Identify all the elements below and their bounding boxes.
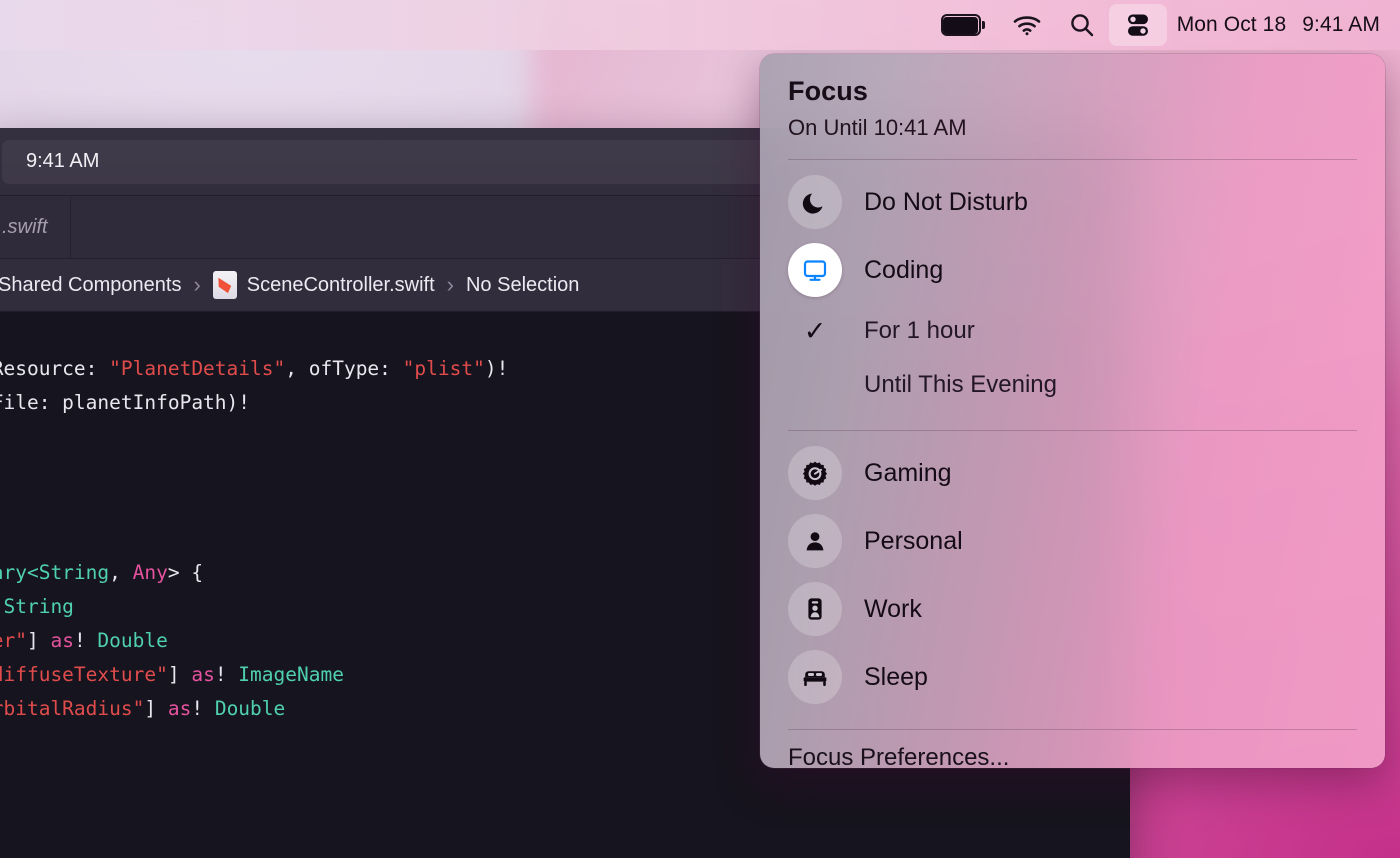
xcode-tab-swift-file[interactable]: .swift	[0, 196, 71, 258]
focus-mode-work[interactable]: Work	[788, 575, 1357, 643]
code-token: as	[50, 629, 74, 652]
focus-mode-personal[interactable]: Personal	[788, 507, 1357, 575]
focus-divider-middle	[788, 430, 1357, 431]
wifi-icon[interactable]	[999, 4, 1055, 46]
code-token: String	[3, 595, 74, 618]
breadcrumb-selection[interactable]: No Selection	[466, 274, 579, 297]
focus-mode-gaming[interactable]: Gaming	[788, 439, 1357, 507]
control-center-icon[interactable]	[1108, 4, 1167, 46]
battery-icon[interactable]	[927, 4, 999, 46]
code-token: ]	[167, 663, 192, 686]
menu-bar-date: Mon Oct 18	[1176, 13, 1287, 36]
code-token: "PlanetDetails"	[109, 357, 286, 380]
code-token: , ofType:	[285, 357, 403, 380]
code-token: rResource:	[0, 357, 98, 380]
code-token: !	[73, 629, 98, 652]
chevron-right-icon: ›	[193, 272, 201, 297]
focus-duration-label-0: For 1 hour	[864, 317, 975, 344]
code-token: Double	[97, 629, 168, 652]
code-token: as	[191, 663, 215, 686]
badge-icon	[788, 582, 842, 636]
code-token: !	[214, 663, 239, 686]
focus-other-label-0: Gaming	[864, 458, 952, 487]
code-token: ]	[144, 697, 168, 720]
menu-bar-time: 9:41 AM	[1302, 13, 1380, 36]
gear-icon	[788, 446, 842, 500]
focus-divider-top	[788, 159, 1357, 160]
code-token: Double	[214, 697, 286, 720]
focus-panel-status: On Until 10:41 AM	[788, 115, 967, 140]
focus-mode-sleep[interactable]: Sleep	[788, 643, 1357, 711]
bed-icon	[788, 650, 842, 704]
code-token: > {	[167, 561, 204, 584]
code-token: nary<	[0, 561, 39, 584]
focus-mode-do-not-disturb[interactable]: Do Not Disturb	[788, 168, 1357, 236]
code-token: )!	[484, 357, 509, 380]
breadcrumb-parent[interactable]: Shared Components	[0, 274, 181, 297]
desktop-screen: 9:41 AM .swift Shared Components › Scene…	[0, 0, 1400, 858]
code-token: orbitalRadius"	[0, 697, 145, 720]
menu-bar: Mon Oct 18 9:41 AM	[0, 0, 1400, 50]
focus-panel: Focus On Until 10:41 AM Do Not Disturb C…	[760, 54, 1385, 768]
code-token: ]	[26, 629, 51, 652]
code-token: ImageName	[238, 663, 344, 686]
menu-bar-status-items: Mon Oct 18 9:41 AM	[927, 4, 1386, 46]
breadcrumb-file[interactable]: SceneController.swift	[247, 274, 435, 297]
code-token: "diffuseTexture"	[0, 663, 168, 686]
code-token: as	[167, 697, 192, 720]
chevron-right-icon-2: ›	[446, 272, 454, 297]
focus-duration-until-this-evening[interactable]: Until This Evening	[788, 358, 1357, 412]
person-icon	[788, 514, 842, 568]
code-token: fFile: planetInfoPath)!	[0, 391, 251, 414]
focus-other-label-1: Personal	[864, 526, 963, 555]
checkmark-icon: ✓	[803, 315, 827, 346]
focus-panel-title: Focus	[788, 76, 869, 106]
moon-icon	[788, 175, 842, 229]
focus-mode-label-0: Do Not Disturb	[864, 187, 1028, 216]
code-token: String	[38, 561, 110, 584]
code-token: ,	[109, 561, 133, 584]
code-token: !	[191, 697, 215, 720]
focus-mode-label-1: Coding	[864, 255, 944, 284]
swift-file-icon	[212, 271, 237, 299]
focus-other-label-2: Work	[864, 594, 922, 623]
menu-bar-clock[interactable]: Mon Oct 18 9:41 AM	[1167, 13, 1386, 37]
search-icon[interactable]	[1055, 4, 1109, 46]
xcode-tab-label: .swift	[2, 215, 48, 238]
xcode-status-text: 9:41 AM	[26, 150, 100, 172]
focus-duration-for-1-hour[interactable]: ✓ For 1 hour	[788, 304, 1357, 358]
code-token: Any	[132, 561, 168, 584]
focus-mode-coding[interactable]: Coding	[788, 236, 1357, 304]
focus-other-label-3: Sleep	[864, 662, 928, 691]
focus-divider-bottom	[788, 729, 1357, 730]
focus-preferences-button[interactable]: Focus Preferences...	[788, 738, 1357, 768]
focus-duration-label-1: Until This Evening	[864, 371, 1057, 398]
display-icon	[788, 243, 842, 297]
code-token: "plist"	[402, 357, 485, 380]
code-token: ter"	[0, 629, 27, 652]
